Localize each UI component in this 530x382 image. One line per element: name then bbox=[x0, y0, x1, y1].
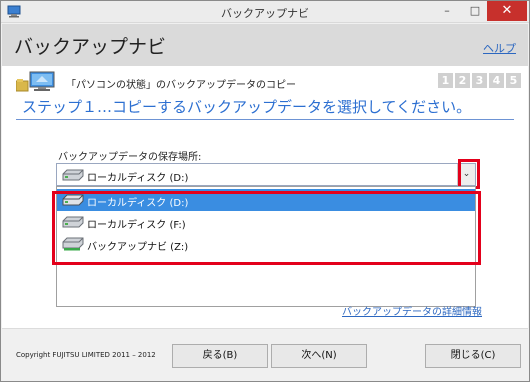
local-disk-icon bbox=[62, 169, 84, 181]
backup-navi-window: バックアップナビ – □ ✕ バックアップナビ ヘルプ 「パソコンの状態」のバッ… bbox=[0, 0, 530, 382]
location-label: バックアップデータの保存場所: bbox=[58, 152, 202, 163]
step-4: 4 bbox=[489, 73, 504, 88]
maximize-button[interactable]: □ bbox=[461, 1, 489, 21]
minimize-button[interactable]: – bbox=[433, 1, 461, 21]
back-button[interactable]: 戻る(B) bbox=[172, 344, 268, 368]
step-5: 5 bbox=[506, 73, 521, 88]
app-title: バックアップナビ bbox=[14, 36, 167, 58]
close-window-button[interactable]: ✕ bbox=[487, 1, 527, 21]
close-button[interactable]: 閉じる(C) bbox=[425, 344, 521, 368]
step-2: 2 bbox=[455, 73, 470, 88]
wizard-breadcrumb: 「パソコンの状態」のバックアップデータのコピー bbox=[66, 80, 296, 91]
step-1: 1 bbox=[438, 73, 453, 88]
help-link[interactable]: ヘルプ bbox=[483, 40, 516, 56]
app-header: バックアップナビ ヘルプ bbox=[2, 24, 528, 66]
step-title: ステップ１…コピーするバックアップデータを選択してください。 bbox=[22, 98, 472, 116]
main-panel: 「パソコンの状態」のバックアップデータのコピー 12345 ステップ１…コピーす… bbox=[2, 66, 528, 328]
step-indicator: 12345 bbox=[436, 73, 521, 89]
dropdown-list-highlight-frame bbox=[52, 191, 481, 265]
title-bar: バックアップナビ – □ ✕ bbox=[1, 1, 529, 23]
divider bbox=[16, 119, 514, 120]
step-3: 3 bbox=[472, 73, 487, 88]
copyright-text: Copyright FUJITSU LIMITED 2011 – 2012 bbox=[16, 351, 156, 359]
backup-details-link[interactable]: バックアップデータの詳細情報 bbox=[342, 303, 482, 318]
computer-backup-icon bbox=[16, 71, 55, 92]
footer: Copyright FUJITSU LIMITED 2011 – 2012 戻る… bbox=[2, 328, 528, 381]
location-selected-value: ローカルディスク (D:) bbox=[87, 173, 189, 184]
dropdown-arrow-highlight-frame bbox=[458, 159, 480, 189]
location-combobox[interactable]: ローカルディスク (D:) ⌄ bbox=[56, 163, 476, 186]
next-button[interactable]: 次へ(N) bbox=[271, 344, 367, 368]
